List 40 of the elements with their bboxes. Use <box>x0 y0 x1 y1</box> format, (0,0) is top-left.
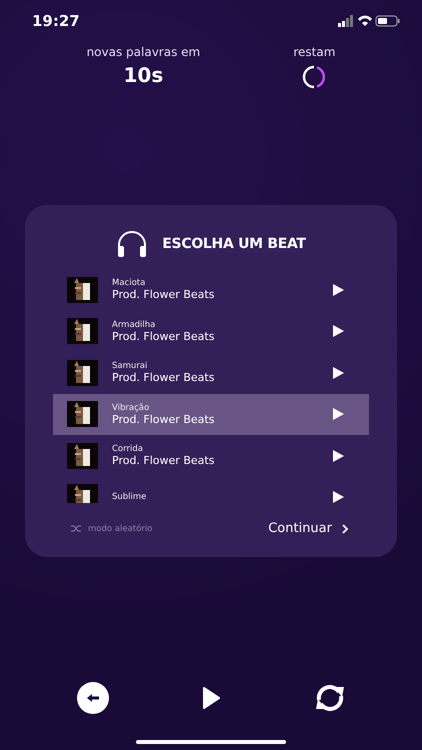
battery-icon <box>376 16 400 26</box>
signal-icon <box>338 15 353 27</box>
countdown-label: novas palavras em <box>86 45 200 59</box>
shuffle-icon <box>71 524 82 533</box>
beat-row[interactable]: Sublime <box>53 476 369 503</box>
chevron-right-icon <box>342 524 349 534</box>
beat-producer: Prod. Flower Beats <box>112 371 216 384</box>
beat-row[interactable]: Samurai Prod. Flower Beats <box>53 352 369 394</box>
play-button[interactable] <box>331 366 345 380</box>
beat-name: Sublime <box>112 492 148 502</box>
beat-name: Samurai <box>112 361 148 372</box>
play-button[interactable] <box>331 448 345 463</box>
back-button[interactable] <box>77 682 109 714</box>
beat-name: Maciota <box>112 278 146 288</box>
play-button[interactable] <box>331 324 345 338</box>
beat-producer: Prod. Flower Beats <box>112 454 216 468</box>
play-button[interactable] <box>331 407 345 422</box>
continue-button[interactable]: Continuar <box>268 521 349 536</box>
beat-name: Armadilha <box>112 320 156 330</box>
beat-name: Corrida <box>112 444 144 454</box>
beat-row[interactable]: Corrida Prod. Flower Beats <box>53 435 369 476</box>
timer-ring-icon <box>301 64 328 90</box>
wifi-icon <box>358 16 372 26</box>
remaining-label: restam <box>293 45 336 59</box>
shuffle-button[interactable]: modo aleatório <box>71 524 152 534</box>
countdown-value: 10s <box>124 63 164 87</box>
beat-producer: Prod. Flower Beats <box>112 330 216 343</box>
play-button[interactable] <box>202 687 220 709</box>
beat-name: Vibração <box>112 402 150 413</box>
beat-row[interactable]: Maciota Prod. Flower Beats <box>53 269 369 310</box>
play-button[interactable] <box>331 490 345 503</box>
status-time: 19:27 <box>32 12 80 30</box>
beat-row[interactable]: Vibração Prod. Flower Beats <box>53 394 369 435</box>
beat-producer: Prod. Flower Beats <box>112 288 216 302</box>
refresh-button[interactable] <box>313 683 347 713</box>
headphones-icon <box>116 230 148 258</box>
beat-row[interactable]: Armadilha Prod. Flower Beats <box>53 310 369 352</box>
panel-title: ESCOLHA UM BEAT <box>162 236 306 252</box>
beat-producer: Prod. Flower Beats <box>112 412 216 426</box>
play-button[interactable] <box>331 282 345 297</box>
